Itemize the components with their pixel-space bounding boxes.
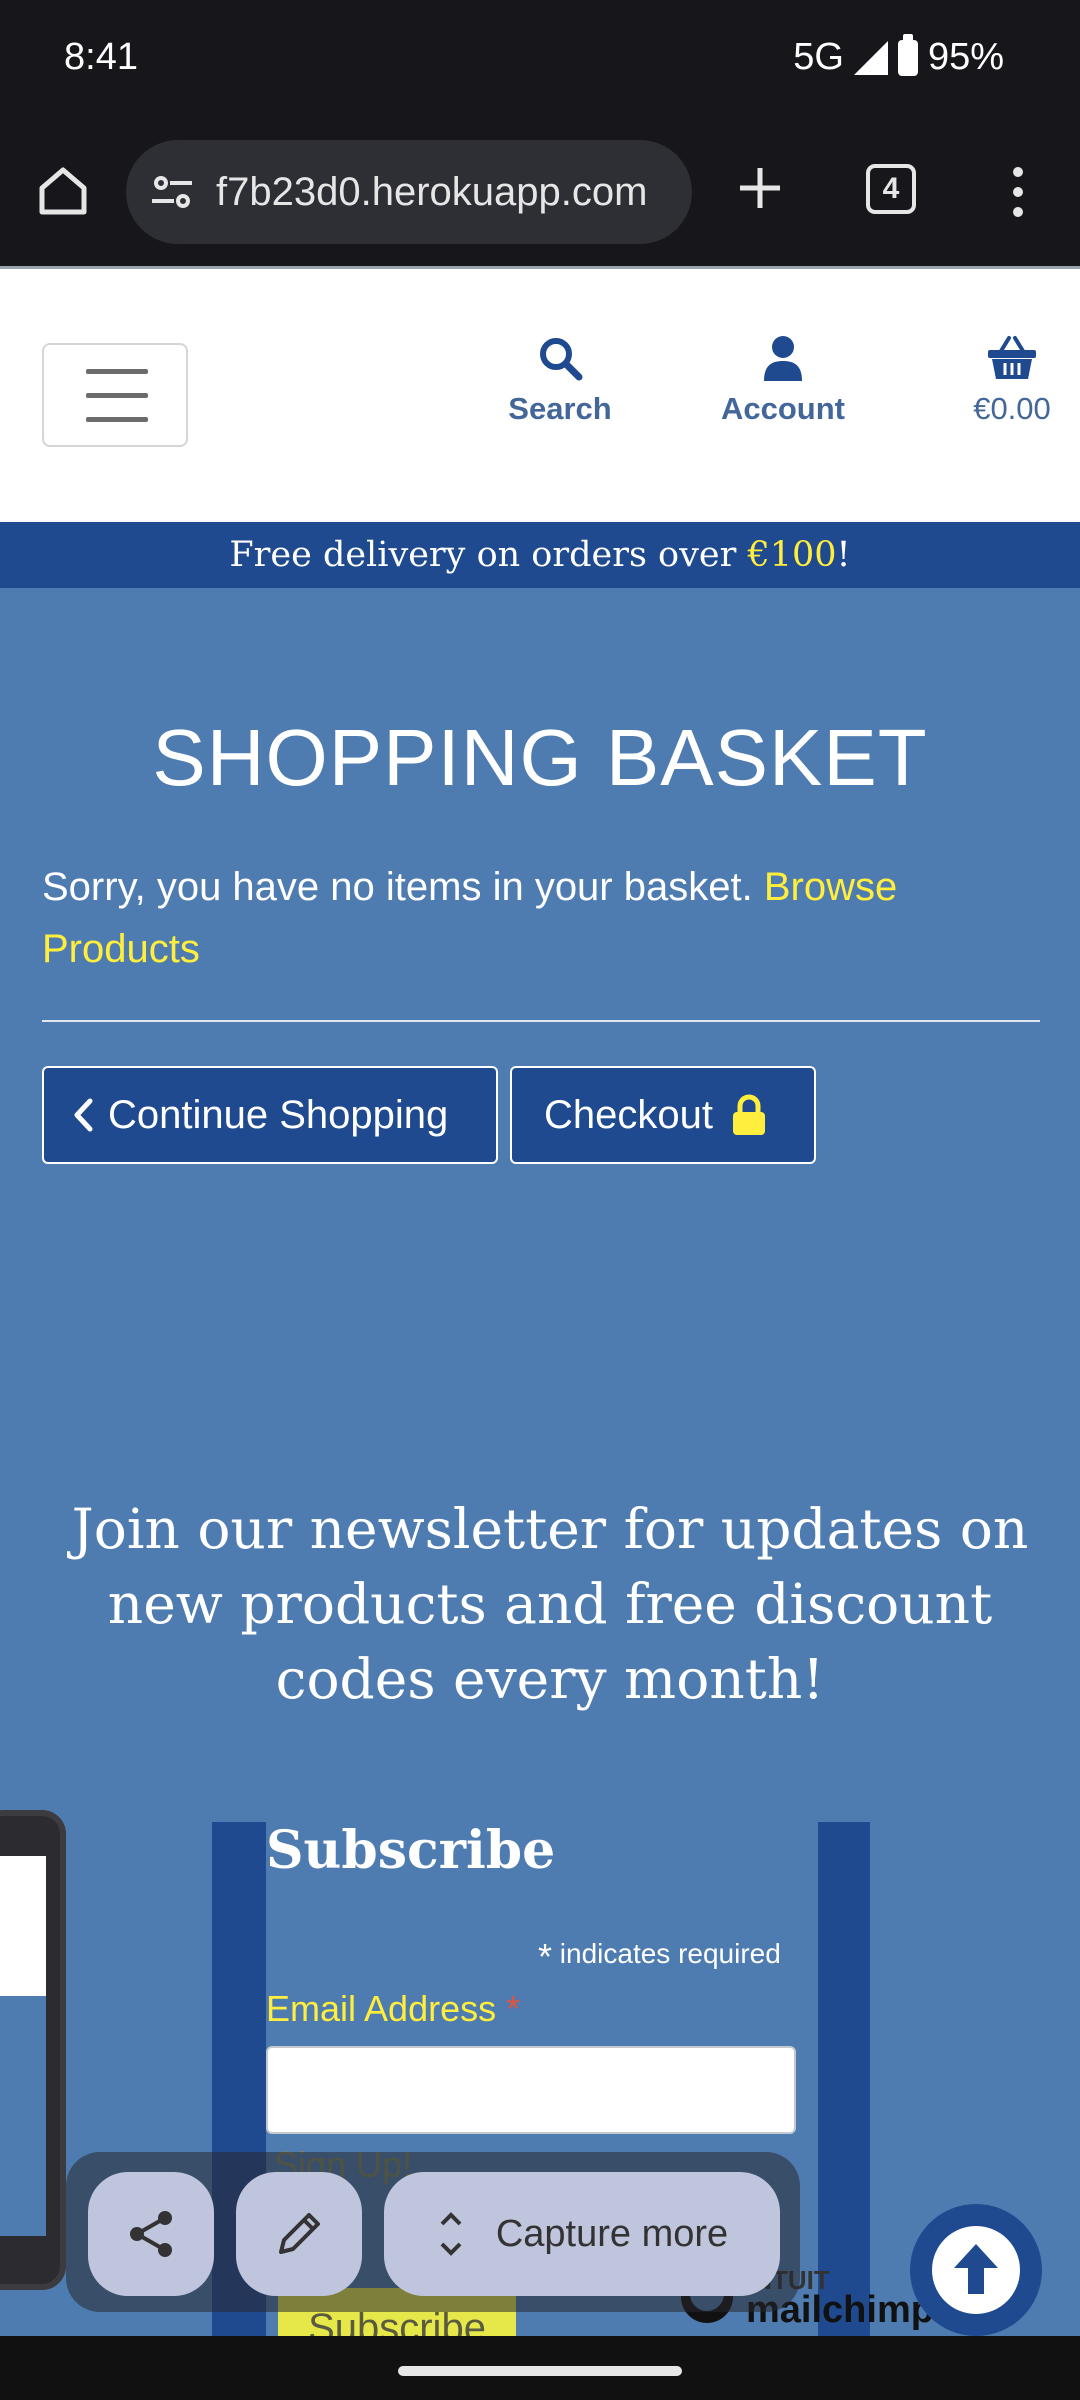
network-label: 5G [793, 36, 844, 78]
more-menu-icon[interactable] [1000, 162, 1036, 222]
expand-icon [440, 2212, 462, 2256]
empty-basket-message: Sorry, you have no items in your basket.… [42, 865, 898, 971]
basket-link[interactable]: €0.00 [950, 335, 1074, 427]
account-link[interactable]: Account [718, 335, 848, 427]
home-icon[interactable] [34, 162, 92, 220]
site-settings-icon[interactable] [148, 168, 196, 216]
required-note: * indicates required [538, 1936, 781, 1977]
delivery-threshold: €100 [747, 535, 837, 575]
url-text: f7b23d0.herokuapp.com [216, 169, 648, 214]
continue-shopping-button[interactable]: Continue Shopping [42, 1066, 498, 1164]
search-icon [540, 338, 583, 381]
status-time: 8:41 [64, 36, 138, 78]
screenshot-toolbar: Capture more [66, 2152, 800, 2312]
new-tab-icon[interactable] [730, 158, 790, 218]
capture-more-button[interactable]: Capture more [384, 2172, 780, 2296]
delivery-banner: Free delivery on orders over €100! [0, 522, 1080, 588]
share-icon [130, 2211, 172, 2257]
checkout-button[interactable]: Checkout [510, 1066, 816, 1164]
account-label: Account [721, 391, 845, 426]
screenshot-thumbnail[interactable] [0, 1810, 66, 2290]
signal-icon [853, 40, 888, 75]
search-label: Search [508, 391, 612, 426]
main-content: SHOPPING BASKET Sorry, you have no items… [0, 588, 1080, 2368]
status-bar: 8:41 5G 95% [0, 0, 1080, 118]
home-gesture-handle[interactable] [398, 2366, 682, 2376]
divider [42, 1020, 1040, 1022]
basket-icon [988, 336, 1036, 379]
page-title: SHOPPING BASKET [152, 713, 928, 802]
pencil-icon [279, 2213, 320, 2254]
share-button[interactable] [88, 2172, 214, 2296]
basket-total: €0.00 [973, 391, 1051, 426]
email-label: Email Address * [266, 1988, 521, 2029]
battery-label: 95% [927, 36, 1004, 78]
browser-toolbar: f7b23d0.herokuapp.com 4 [0, 118, 1080, 266]
user-icon [764, 336, 802, 381]
form-border-right [818, 1822, 870, 2336]
site-header: Search Account €0.00 [0, 266, 1080, 522]
chevron-left-icon [74, 1098, 93, 1132]
nav-toggle-button[interactable] [42, 343, 188, 447]
arrow-up-icon [932, 2226, 1020, 2314]
url-bar[interactable]: f7b23d0.herokuapp.com [126, 140, 692, 244]
scroll-to-top-button[interactable] [910, 2204, 1042, 2336]
email-field[interactable] [266, 2046, 796, 2134]
battery-icon [897, 33, 918, 76]
edit-button[interactable] [236, 2172, 362, 2296]
newsletter-heading: Join our newsletter for updates on new p… [71, 1497, 1029, 1711]
tab-switcher-button[interactable]: 4 [866, 164, 916, 214]
subscribe-title: Subscribe [266, 1820, 556, 1881]
search-link[interactable]: Search [508, 335, 612, 427]
lock-icon [732, 1094, 765, 1135]
